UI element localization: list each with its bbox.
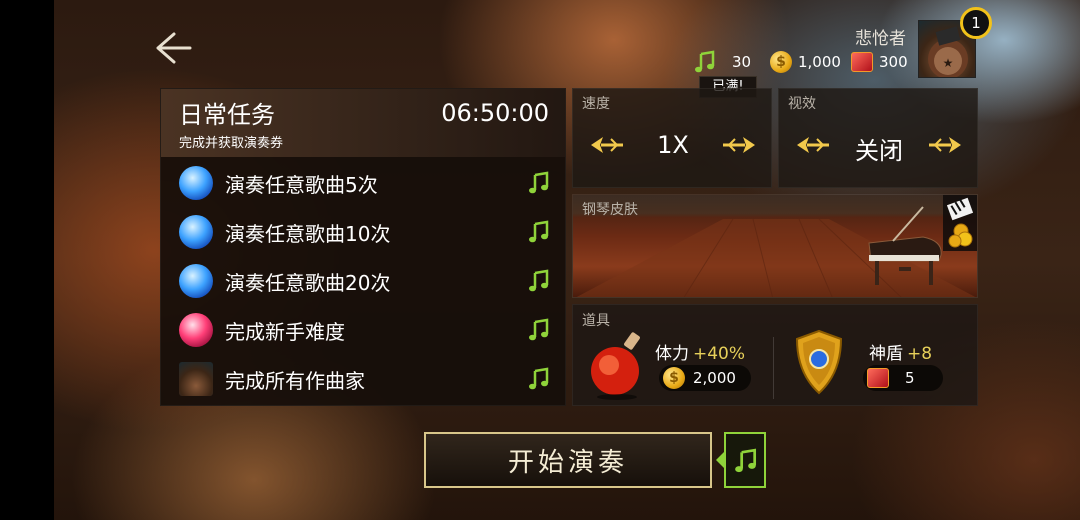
- ruby-counter[interactable]: 300: [851, 50, 908, 74]
- task-item[interactable]: 演奏任意歌曲20次: [179, 261, 551, 301]
- notes-count: 30: [732, 53, 752, 71]
- visual-effects-next-button[interactable]: [925, 133, 965, 157]
- left-edge: [0, 0, 54, 520]
- task-label: 完成新手难度: [225, 319, 345, 344]
- music-note-icon: [529, 220, 549, 243]
- grand-piano-icon: [868, 206, 942, 285]
- items-panel: 道具 体力 +40% $ 2,000 神盾 +8 5: [572, 304, 978, 406]
- back-arrow-icon: [156, 32, 192, 64]
- blue-gem-icon: [179, 166, 213, 200]
- ruby-count: 300: [879, 53, 908, 71]
- blue-gem-icon: [179, 215, 213, 249]
- visual-effects-label: 视效: [788, 96, 816, 112]
- piano-keys-coins-icon: [946, 197, 974, 248]
- gold-counter[interactable]: $ 1,000: [770, 50, 841, 74]
- speed-label: 速度: [582, 96, 610, 112]
- red-gem-icon: [179, 313, 213, 347]
- task-label: 演奏任意歌曲10次: [225, 221, 391, 246]
- level-badge: 1: [960, 7, 992, 39]
- task-item[interactable]: 演奏任意歌曲5次: [179, 163, 551, 203]
- daily-tasks-panel: 日常任务 完成并获取演奏券 06:50:00 演奏任意歌曲5次 演奏任意歌曲10…: [160, 88, 566, 406]
- music-note-icon: [529, 367, 549, 390]
- music-note-icon: [529, 318, 549, 341]
- ruby-icon: [867, 368, 889, 388]
- ruby-icon: [851, 52, 873, 72]
- daily-tasks-timer: 06:50:00: [441, 99, 549, 127]
- player-name: 悲怆者: [855, 29, 906, 49]
- shield-bonus: +8: [907, 344, 933, 364]
- shield-item-name: 神盾 +8: [869, 339, 932, 364]
- music-ticket-button[interactable]: [724, 432, 766, 488]
- items-label: 道具: [582, 313, 610, 329]
- ornate-right-arrow-icon: [723, 137, 755, 153]
- shield-name: 神盾: [869, 344, 903, 364]
- notes-counter: 30: [694, 50, 751, 74]
- task-item[interactable]: 完成新手难度: [179, 310, 551, 350]
- stamina-buy-button[interactable]: $ 2,000: [659, 365, 751, 391]
- composer-avatar-icon: [179, 362, 213, 396]
- stamina-item-name: 体力 +40%: [655, 339, 745, 364]
- back-button[interactable]: [152, 28, 196, 68]
- speed-value: 1X: [657, 131, 689, 159]
- piano-skin-panel[interactable]: 钢琴皮肤: [572, 194, 978, 298]
- gold-coin-icon: $: [663, 367, 685, 389]
- task-label: 演奏任意歌曲5次: [225, 172, 378, 197]
- speed-increase-button[interactable]: [719, 133, 759, 157]
- svg-text:★: ★: [943, 56, 954, 70]
- music-button-pointer: [716, 452, 724, 468]
- music-note-icon: [695, 50, 715, 73]
- stamina-name: 体力: [655, 344, 689, 364]
- task-item[interactable]: 完成所有作曲家: [179, 359, 551, 399]
- gold-count: 1,000: [798, 53, 841, 71]
- speed-panel: 速度 1X: [572, 88, 772, 188]
- gold-coin-icon: $: [770, 51, 792, 73]
- golden-shield-icon[interactable]: [791, 327, 847, 399]
- task-label: 演奏任意歌曲20次: [225, 270, 391, 295]
- ornate-right-arrow-icon: [929, 137, 961, 153]
- task-label: 完成所有作曲家: [225, 368, 365, 393]
- music-note-icon: [529, 171, 549, 194]
- daily-tasks-header: 日常任务 完成并获取演奏券 06:50:00: [161, 89, 565, 157]
- task-item[interactable]: 演奏任意歌曲10次: [179, 212, 551, 252]
- music-note-icon: [735, 448, 757, 473]
- red-potion-icon[interactable]: [587, 329, 649, 401]
- skin-shop-button[interactable]: [943, 195, 977, 251]
- items-divider: [773, 337, 774, 399]
- visual-effects-panel: 视效 关闭: [778, 88, 978, 188]
- shield-buy-button[interactable]: 5: [863, 365, 943, 391]
- piano-skin-label: 钢琴皮肤: [582, 202, 638, 218]
- stamina-cost: 2,000: [693, 369, 736, 387]
- start-play-button[interactable]: 开始演奏: [424, 432, 712, 488]
- stamina-bonus: +40%: [693, 344, 746, 364]
- visual-effects-value: 关闭: [855, 137, 903, 165]
- daily-tasks-subtitle: 完成并获取演奏券: [179, 136, 284, 151]
- blue-gem-icon: [179, 264, 213, 298]
- shield-cost: 5: [905, 369, 915, 387]
- start-play-label: 开始演奏: [507, 447, 628, 478]
- music-note-icon: [529, 269, 549, 292]
